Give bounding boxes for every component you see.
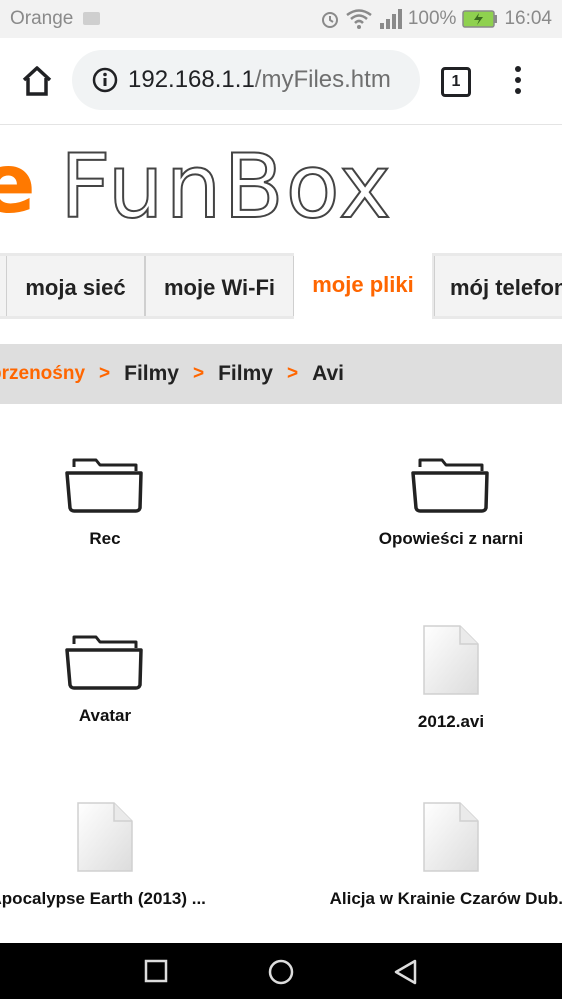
url-path: /myFiles.htm <box>254 66 391 93</box>
recent-apps-icon[interactable] <box>144 959 168 983</box>
file-name: Avatar <box>78 706 132 725</box>
tab-moje-wifi[interactable]: moje Wi-Fi <box>145 256 294 316</box>
list-item-file[interactable]: 2012.avi <box>301 624 562 732</box>
list-item-file[interactable]: Alicja w Krainie Czarów Dub... <box>301 801 562 909</box>
alarm-icon <box>321 12 338 28</box>
file-name: Alicja w Krainie Czarów Dub... <box>329 889 562 908</box>
tab-switcher-button[interactable]: 1 <box>441 67 471 97</box>
list-item-folder[interactable]: Avatar <box>0 632 255 726</box>
breadcrumb-current: Avi <box>312 362 344 385</box>
file-icon <box>423 625 479 695</box>
status-icons: 100% 16:04 <box>320 8 552 30</box>
breadcrumb-item[interactable]: Filmy <box>124 362 179 386</box>
address-bar[interactable]: 192.168.1.1/myFiles.htm <box>72 50 420 110</box>
back-icon[interactable] <box>393 959 419 985</box>
breadcrumb-item[interactable]: przenośny <box>0 363 85 385</box>
file-name: Rec <box>89 529 121 548</box>
signal-icon <box>379 9 402 29</box>
list-item-folder[interactable]: Opowieści z narni <box>301 455 562 549</box>
logo-accent: e <box>0 137 36 232</box>
folder-icon <box>65 635 143 690</box>
tab-moj-telefon[interactable]: mój telefon <box>434 256 562 316</box>
breadcrumb-separator: > <box>99 363 111 384</box>
system-nav-bar <box>0 943 562 999</box>
carrier-name: Orange <box>10 8 74 29</box>
home-circle-icon[interactable] <box>267 959 295 985</box>
breadcrumb-separator: > <box>193 363 205 384</box>
clock-time: 16:04 <box>504 8 552 29</box>
breadcrumb-separator: > <box>286 363 299 384</box>
url-host: 192.168.1.1 <box>128 66 255 93</box>
list-item-file[interactable]: E Apocalypse Earth (2013) ... <box>0 801 255 909</box>
overflow-menu-icon[interactable] <box>512 66 524 98</box>
folder-icon <box>411 458 489 513</box>
file-name: 2012.avi <box>417 712 485 731</box>
main-nav: moja sieć moje Wi-Fi moje pliki mój tele… <box>0 253 562 319</box>
file-icon <box>77 802 133 872</box>
file-name: Opowieści z narni <box>378 529 524 548</box>
mail-notification-icon <box>83 12 100 25</box>
battery-percent: 100% <box>407 8 457 29</box>
url-text: 192.168.1.1/myFiles.htm <box>128 66 391 94</box>
list-item-folder[interactable]: Rec <box>0 455 255 549</box>
file-icon <box>423 802 479 872</box>
tab-moja-siec[interactable]: moja sieć <box>6 256 145 316</box>
info-icon[interactable] <box>92 67 118 93</box>
file-name: E Apocalypse Earth (2013) ... <box>0 889 206 908</box>
breadcrumb-item[interactable]: Filmy <box>218 362 273 386</box>
site-header: e FunBox <box>0 125 562 253</box>
folder-icon <box>65 458 143 513</box>
status-bar: Orange 100% 16:04 <box>0 0 562 38</box>
wifi-icon <box>346 9 372 29</box>
browser-toolbar: 192.168.1.1/myFiles.htm 1 <box>0 38 562 125</box>
logo-funbox: FunBox <box>59 134 393 239</box>
home-icon[interactable] <box>20 64 54 98</box>
tab-moje-pliki[interactable]: moje pliki <box>294 253 432 319</box>
breadcrumb: przenośny > Filmy > Filmy > Avi <box>0 344 562 404</box>
battery-icon <box>462 10 498 28</box>
